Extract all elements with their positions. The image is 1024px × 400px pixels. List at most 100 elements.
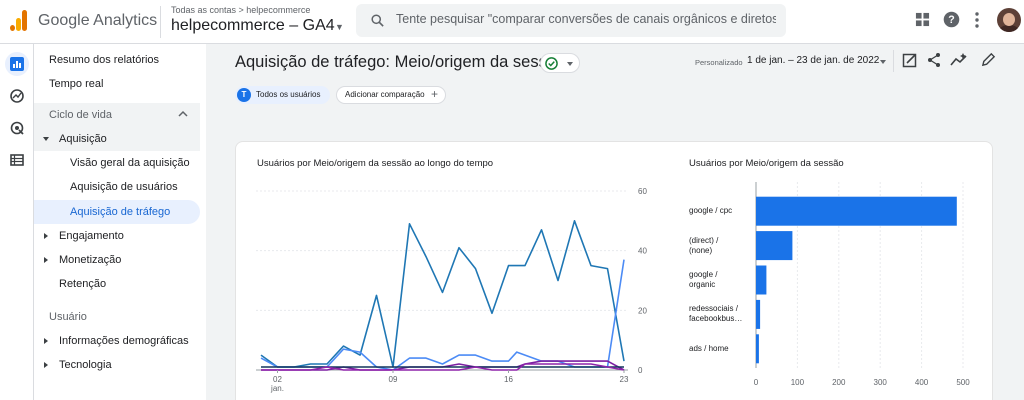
advertising-nav-button[interactable]: [5, 116, 29, 140]
nav-item-tech[interactable]: Tecnologia: [34, 353, 200, 377]
bar: [756, 196, 957, 226]
divider: [160, 6, 161, 38]
nav-item-retention[interactable]: Retenção: [34, 272, 200, 296]
bar-category-label-line: facebookbus…: [689, 314, 743, 324]
nav-item-label: Aquisição de tráfego: [70, 206, 171, 218]
bar-category-label: google / cpc: [689, 206, 732, 216]
bar-x-tick-label: 500: [956, 378, 970, 387]
svg-text:?: ?: [948, 14, 954, 26]
explore-nav-button[interactable]: [5, 84, 29, 108]
bar-category-label-line: redessociais /: [689, 304, 738, 314]
section-label: Usuário: [49, 311, 87, 323]
account-breadcrumb[interactable]: Todas as contas > helpecommerce: [171, 5, 310, 15]
nav-item-label: Aquisição de usuários: [70, 181, 178, 193]
date-preset-label: Personalizado: [695, 58, 743, 67]
caret-right-icon: [44, 257, 48, 263]
avatar[interactable]: [997, 8, 1021, 32]
segment-chip-all-users[interactable]: T Todos os usuários: [235, 86, 330, 104]
y-tick-label: 60: [638, 187, 647, 196]
charts-canvas: 0 20 40 60 02 09 16 23 jan. 0 100 200 300 400 500: [256, 182, 970, 393]
customize-report-icon[interactable]: [902, 52, 918, 68]
x-tick-label: 23: [620, 375, 629, 384]
x-tick-label: 16: [504, 375, 513, 384]
nav-item-reports-snapshot[interactable]: Resumo dos relatórios: [34, 48, 200, 72]
bar-category-label: ads / home: [689, 344, 729, 354]
bar-category-label-line: google /: [689, 270, 718, 279]
bar-category-label-line: organic: [689, 280, 716, 289]
apps-grid-icon[interactable]: [915, 12, 930, 27]
chevron-down-icon[interactable]: [880, 60, 886, 64]
segment-label: Todos os usuários: [256, 90, 321, 99]
x-tick-label: 02: [273, 375, 282, 384]
share-icon[interactable]: [926, 52, 942, 68]
chevron-down-icon[interactable]: ▼: [335, 22, 344, 32]
more-vert-icon[interactable]: [974, 12, 980, 28]
nav-item-user-acquisition[interactable]: Aquisição de usuários: [34, 175, 200, 199]
y-tick-label: 40: [638, 247, 647, 256]
bar: [756, 334, 759, 364]
bar-category-label-line: google / cpc: [689, 206, 733, 216]
bar-x-tick-label: 400: [915, 378, 929, 387]
nav-item-label: Retenção: [59, 278, 107, 290]
chevron-up-icon[interactable]: [178, 109, 188, 119]
section-label: Ciclo de vida: [49, 109, 112, 121]
search-input[interactable]: [396, 12, 776, 26]
bar-category-label-line: (direct) /: [689, 235, 719, 245]
search-bar[interactable]: [356, 4, 786, 37]
edit-pencil-icon[interactable]: [981, 52, 996, 67]
nav-item-acquisition-overview[interactable]: Visão geral da aquisição: [34, 151, 200, 175]
nav-item-engagement[interactable]: Engajamento: [34, 224, 200, 248]
google-analytics-logo-icon[interactable]: [10, 9, 28, 31]
x-month-label: jan.: [270, 384, 284, 393]
top-bar: Google Analytics Todas as contas > helpe…: [0, 0, 1024, 44]
help-icon[interactable]: ?: [943, 11, 960, 28]
product-name[interactable]: Google Analytics: [38, 12, 157, 30]
reports-nav-button[interactable]: [5, 52, 29, 76]
add-comparison-button[interactable]: Adicionar comparação +: [336, 86, 446, 104]
bar-category-label-line: (none): [689, 245, 713, 255]
divider: [893, 50, 894, 72]
advertising-icon: [10, 121, 24, 135]
line-series: [260, 259, 625, 371]
nav-item-acquisition[interactable]: Aquisição: [34, 127, 200, 151]
nav-item-monetization[interactable]: Monetização: [34, 248, 200, 272]
bar: [756, 299, 761, 329]
nav-item-label: Tempo real: [49, 78, 104, 90]
property-selector[interactable]: helpecommerce – GA4: [171, 17, 335, 35]
search-icon: [371, 14, 384, 27]
bar-category-label: google / organic: [689, 270, 717, 290]
nav-section-user[interactable]: Usuário: [34, 305, 200, 329]
configure-nav-button[interactable]: [5, 148, 29, 172]
bar-x-tick-label: 100: [791, 378, 805, 387]
y-tick-label: 20: [638, 306, 647, 315]
left-rail: [0, 44, 34, 400]
report-status-button[interactable]: [540, 53, 580, 73]
nav-item-label: Engajamento: [59, 230, 124, 242]
bar-category-label: (direct) / (none): [689, 236, 718, 256]
nav-item-traffic-acquisition[interactable]: Aquisição de tráfego: [34, 200, 200, 224]
nav-item-demographics[interactable]: Informações demográficas: [34, 329, 200, 353]
bar-x-tick-label: 0: [754, 378, 759, 387]
segment-badge: T: [237, 88, 251, 102]
caret-right-icon: [44, 362, 48, 368]
configure-icon: [10, 154, 24, 166]
caret-down-icon: [43, 137, 49, 141]
nav-section-lifecycle[interactable]: Ciclo de vida: [34, 103, 200, 127]
reports-navigation: Resumo dos relatórios Tempo real Ciclo d…: [34, 44, 206, 400]
caret-right-icon: [44, 338, 48, 344]
y-tick-label: 0: [638, 366, 643, 375]
line-series: [260, 220, 625, 368]
date-range-picker[interactable]: 1 de jan. – 23 de jan. de 2022: [747, 55, 879, 66]
nav-item-label: Visão geral da aquisição: [70, 157, 190, 169]
insights-icon[interactable]: [950, 52, 968, 68]
chevron-down-icon: [567, 62, 573, 66]
bar: [756, 265, 767, 295]
nav-item-label: Monetização: [59, 254, 122, 266]
bar: [756, 231, 793, 261]
caret-right-icon: [44, 233, 48, 239]
nav-item-realtime[interactable]: Tempo real: [34, 72, 200, 96]
plus-icon: +: [431, 87, 439, 101]
bar-x-tick-label: 300: [874, 378, 888, 387]
charts-card: Usuários por Meio/origem da sessão ao lo…: [235, 141, 993, 400]
check-circle-icon: [545, 57, 558, 70]
